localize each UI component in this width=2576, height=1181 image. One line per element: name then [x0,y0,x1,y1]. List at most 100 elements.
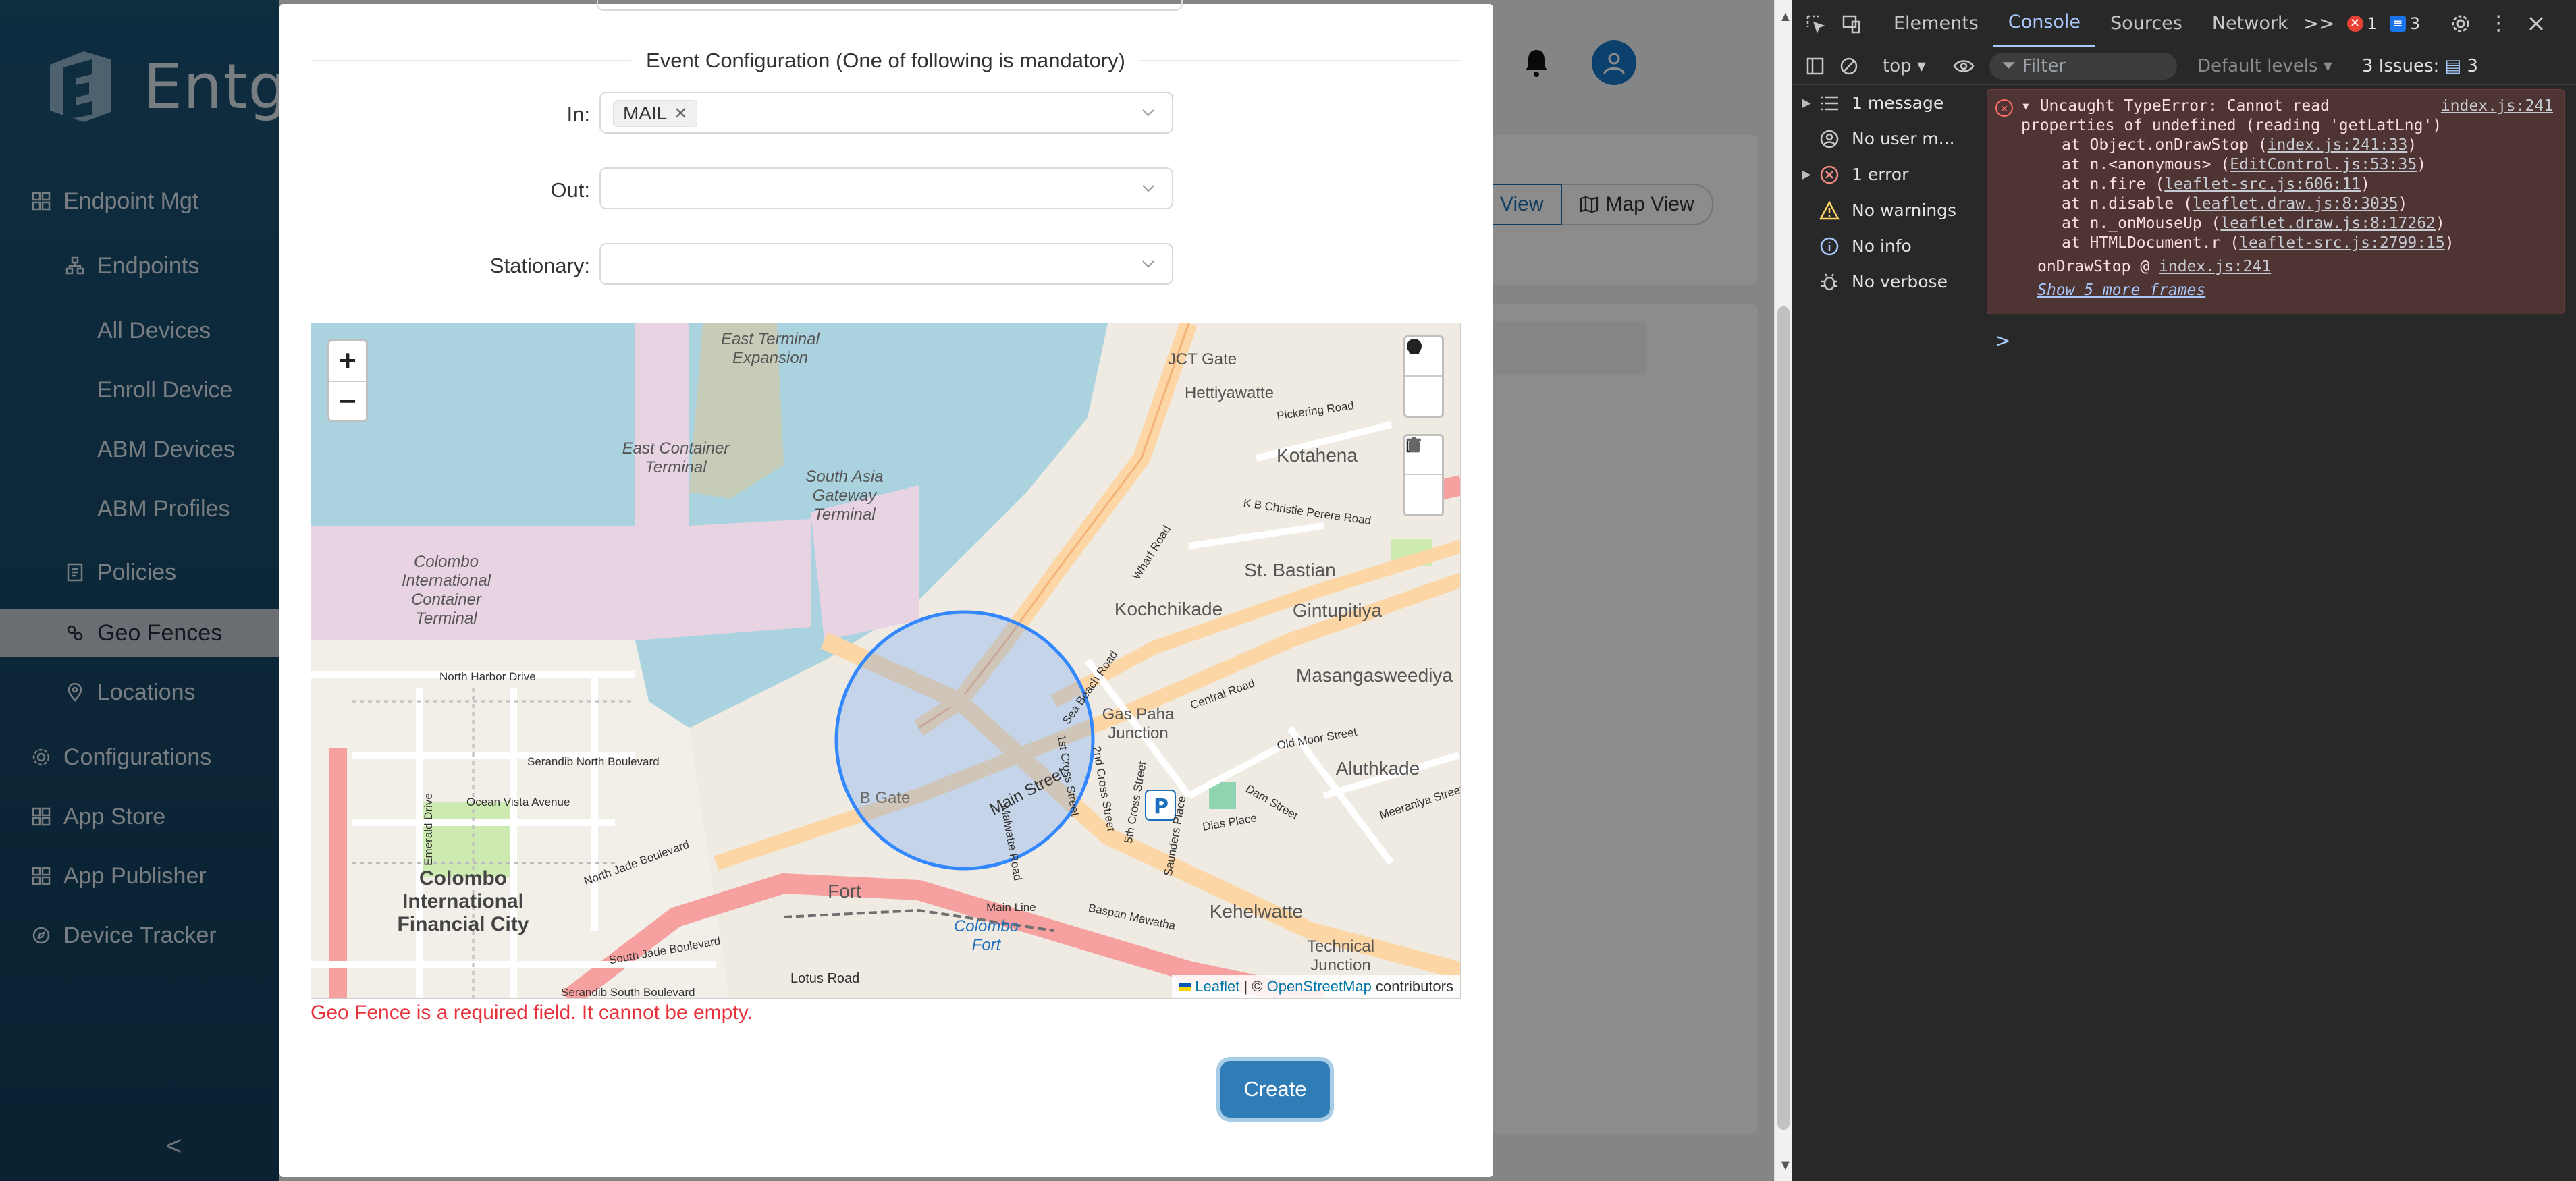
clipped-input-field[interactable] [597,0,1183,11]
stack-frame-link[interactable]: leaflet-src.js:2799:15 [2239,234,2445,252]
map-road-label: Serandib North Boulevard [527,755,660,768]
create-geofence-modal: Event Configuration (One of following is… [279,0,1493,1177]
console-prompt[interactable]: > [1995,329,2010,352]
map-place-label: Aluthkade [1335,758,1420,779]
page-scrollbar[interactable]: ▲ ▼ [1774,0,1792,1181]
stack-frame-link[interactable]: leaflet.draw.js:8:3035 [2193,195,2398,213]
divider-line [311,60,632,61]
filter-input[interactable]: ⏷ Filter [1989,52,2177,80]
inspect-element-icon[interactable] [1802,10,1829,37]
sidebar-item-messages[interactable]: ▶ 1 message [1792,85,1981,121]
message-count-badge[interactable]: ≡ 3 [2389,13,2421,33]
tab-network[interactable]: Network [2197,0,2303,47]
eye-icon[interactable] [1950,53,1977,80]
map-road-label: Ocean Vista Avenue [466,796,570,808]
map-place-label: Masangasweediya [1296,665,1453,686]
map-place-label: Kotahena [1277,445,1358,466]
out-select[interactable] [599,167,1173,209]
create-button[interactable]: Create [1220,1061,1330,1118]
settings-gear-icon[interactable] [2447,10,2474,37]
sidebar-item-warnings[interactable]: No warnings [1792,192,1981,228]
zoom-control: + − [327,339,368,422]
delete-layers-button[interactable] [1405,437,1442,514]
info-icon [1818,235,1841,258]
geofence-error-message: Geo Fence is a required field. It cannot… [311,1001,753,1024]
chevron-down-icon [1142,109,1154,117]
geofence-map[interactable]: P East Terminal Expansion East Container… [311,323,1461,999]
console-sidebar: ▶ 1 message No user m... ▶ 1 error No wa… [1792,85,1981,1181]
scroll-up-arrow[interactable]: ▲ [1779,9,1792,25]
context-label: top [1883,55,1912,76]
issues-button[interactable]: 3 Issues: ▤ 3 [2362,56,2478,76]
stationary-select[interactable] [599,243,1173,285]
error-source-link[interactable]: index.js:241 [2441,97,2553,116]
stack-frame-link[interactable]: index.js:241 [2159,258,2271,275]
clear-console-icon[interactable] [1835,53,1862,80]
app-window: Entgra Endpoint Mgt Endpoints All Device… [0,0,1774,1181]
stack-frame: at n._onMouseUp (leaflet.draw.js:8:17262… [2062,215,2445,232]
close-devtools-icon[interactable] [2523,10,2550,37]
scroll-down-arrow[interactable]: ▼ [1779,1158,1792,1174]
stack-frame-link[interactable]: leaflet-src.js:606:11 [2164,175,2361,193]
error-icon: ✕ [2346,15,2363,32]
sidebar-item-errors[interactable]: ▶ 1 error [1792,157,1981,192]
error-count-badge[interactable]: ✕ 1 [2346,14,2378,33]
stack-frame-link[interactable]: index.js:241:33 [2268,136,2408,154]
user-icon [1818,128,1841,150]
log-levels-dropdown[interactable]: Default levels ▾ [2197,56,2332,76]
sidebar-toggle-icon[interactable] [1802,53,1829,80]
map-place-label: Kochchikade [1114,599,1223,620]
expand-triangle-icon[interactable]: ▶ [1802,167,1818,182]
show-more-frames-link[interactable]: Show 5 more frames [2021,281,2556,300]
log-levels-label: Default levels [2197,55,2318,76]
console-toolbar: top ▾ ⏷ Filter Default levels ▾ 3 Issues:… [1792,47,2576,85]
zoom-in-button[interactable]: + [329,341,366,381]
in-select[interactable]: MAIL ✕ [599,92,1173,134]
console-error-message[interactable]: ✕ index.js:241 ▾ Uncaught TypeError: Can… [1987,89,2565,314]
more-tabs-chevron-icon[interactable]: >> [2303,12,2335,34]
sidebar-item-info[interactable]: No info [1792,228,1981,264]
map-place-label: South Asia Gateway Terminal [805,468,884,524]
stack-frame-link[interactable]: leaflet.draw.js:8:17262 [2220,215,2436,232]
remove-tag-icon[interactable]: ✕ [674,104,687,123]
console-output: ✕ index.js:241 ▾ Uncaught TypeError: Can… [1983,85,2576,1181]
error-message-line: properties of undefined (reading 'getLat… [2021,117,2442,134]
tab-elements[interactable]: Elements [1879,0,1993,47]
in-selected-tag: MAIL ✕ [613,100,698,127]
openstreetmap-link[interactable]: OpenStreetMap [1267,978,1372,995]
tag-label: MAIL [623,103,668,123]
sidebar-item-verbose[interactable]: No verbose [1792,264,1981,300]
message-count: 3 [2409,13,2421,33]
tab-sources[interactable]: Sources [2095,0,2197,47]
map-road-label: North Harbor Drive [439,670,536,683]
sidebar-item-label: 1 message [1852,93,1944,113]
sidebar-item-user-messages[interactable]: No user m... [1792,121,1981,157]
sidebar-item-label: No warnings [1852,200,1957,220]
out-label: Out: [550,178,590,202]
sidebar-item-label: 1 error [1852,165,1909,184]
context-selector[interactable]: top ▾ [1883,56,1926,76]
tab-console[interactable]: Console [1993,0,2096,47]
error-icon [1818,163,1841,186]
map-place-label: East Container Terminal [622,439,730,476]
draw-circle-button[interactable] [1405,339,1442,416]
stack-frame: at n.<anonymous> (EditControl.js:53:35) [2062,156,2427,173]
svg-text:P: P [1154,795,1169,819]
stack-frame-link[interactable]: EditControl.js:53:35 [2230,156,2417,173]
leaflet-link[interactable]: Leaflet [1195,978,1239,995]
filter-icon: ⏷ [2001,55,2016,76]
devtools-panel: Elements Console Sources Network >> ✕ 1 ≡… [1792,0,2576,1181]
kebab-menu-icon[interactable]: ⋮ [2485,10,2512,37]
sidebar-item-label: No verbose [1852,272,1948,292]
stack-frame: at n.fire (leaflet-src.js:606:11) [2062,175,2370,193]
zoom-out-button[interactable]: − [329,382,366,421]
expand-triangle-icon[interactable]: ▶ [1802,96,1818,110]
chevron-down-icon [1142,260,1154,268]
trash-icon [1407,437,1421,452]
sidebar-item-label: No info [1852,236,1912,256]
map-place-label: East Terminal Expansion [721,330,820,367]
device-toolbar-icon[interactable] [1838,10,1865,37]
scroll-thumb[interactable] [1777,306,1790,1130]
divider-line [1139,60,1461,61]
map-road-label: Serandib South Boulevard [561,986,695,999]
